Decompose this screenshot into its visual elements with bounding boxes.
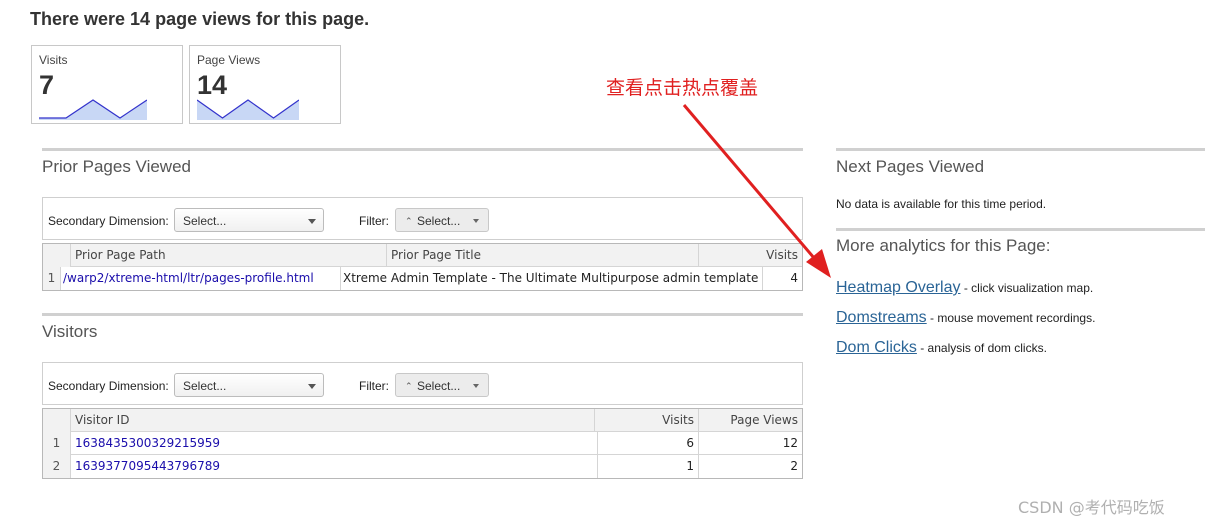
red-arrow-icon bbox=[682, 104, 831, 278]
watermark: CSDN @考代码吃饭 bbox=[1018, 498, 1165, 517]
